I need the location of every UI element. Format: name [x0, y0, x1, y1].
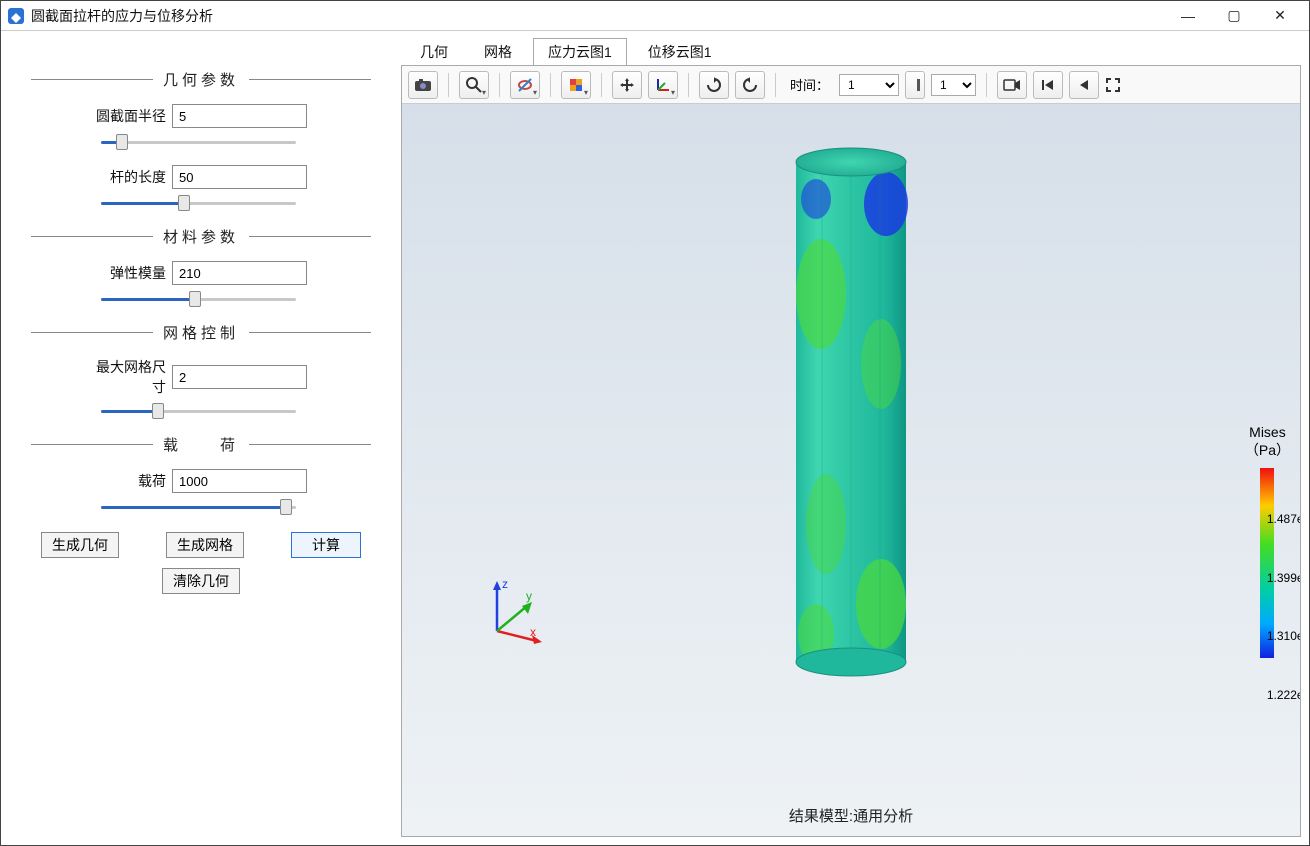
- rotate-ccw-icon[interactable]: [735, 71, 765, 99]
- meshsize-input[interactable]: [172, 365, 307, 389]
- modulus-label: 弹性模量: [86, 263, 166, 283]
- legend-tick: 1.487e+07: [1267, 512, 1300, 526]
- generate-mesh-button[interactable]: 生成网格: [166, 532, 244, 558]
- result-viewport[interactable]: z x y 结果模型:通用分析 Mises （Pa）: [402, 104, 1300, 836]
- video-camera-icon[interactable]: [997, 71, 1027, 99]
- load-label: 载荷: [86, 471, 166, 491]
- tab-mesh[interactable]: 网格: [469, 38, 527, 65]
- axis-triad: z x y: [482, 576, 542, 636]
- generate-geometry-button[interactable]: 生成几何: [41, 532, 119, 558]
- app-icon: [7, 7, 25, 25]
- minimize-button[interactable]: —: [1165, 1, 1211, 31]
- length-slider[interactable]: [101, 201, 296, 205]
- pan-icon[interactable]: [612, 71, 642, 99]
- section-geometry: 几何参数: [31, 69, 371, 90]
- model-caption: 结果模型:通用分析: [789, 805, 913, 826]
- legend-tick: 1.310e+07: [1267, 629, 1300, 643]
- legend-title-2: （Pa）: [1245, 440, 1290, 460]
- length-input[interactable]: [172, 165, 307, 189]
- load-input[interactable]: [172, 469, 307, 493]
- radius-input[interactable]: [172, 104, 307, 128]
- first-frame-icon[interactable]: [1033, 71, 1063, 99]
- section-load: 载 荷: [31, 434, 371, 455]
- svg-text:y: y: [526, 589, 532, 603]
- rotate-cw-icon[interactable]: [699, 71, 729, 99]
- modulus-slider[interactable]: [101, 297, 296, 301]
- prev-frame-icon[interactable]: [1069, 71, 1099, 99]
- meshsize-slider[interactable]: [101, 409, 296, 413]
- tab-geometry[interactable]: 几何: [405, 38, 463, 65]
- close-button[interactable]: ✕: [1257, 1, 1303, 31]
- viewer-toolbar: 时间： 1 1: [402, 66, 1300, 104]
- radius-label: 圆截面半径: [86, 106, 166, 126]
- camera-icon[interactable]: [408, 71, 438, 99]
- expand-icon[interactable]: [1105, 71, 1121, 99]
- window-title: 圆截面拉杆的应力与位移分析: [31, 6, 1165, 26]
- meshsize-label: 最大网格尺寸: [86, 357, 166, 397]
- step-marker-icon[interactable]: [905, 71, 925, 99]
- view-tabs: 几何 网格 应力云图1 位移云图1: [405, 39, 1301, 65]
- modulus-input[interactable]: [172, 261, 307, 285]
- svg-text:x: x: [530, 625, 536, 639]
- time-label: 时间：: [790, 75, 829, 94]
- legend-title-1: Mises: [1245, 424, 1290, 440]
- legend-tick: 1.399e+07: [1267, 571, 1300, 585]
- legend-tick: 1.222e+07: [1267, 688, 1300, 702]
- radius-slider[interactable]: [101, 140, 296, 144]
- cube-view-icon[interactable]: [561, 71, 591, 99]
- section-material: 材料参数: [31, 226, 371, 247]
- section-mesh: 网格控制: [31, 322, 371, 343]
- titlebar: 圆截面拉杆的应力与位移分析 — ▢ ✕: [1, 1, 1309, 31]
- zoom-icon[interactable]: [459, 71, 489, 99]
- time-select-2[interactable]: 1: [931, 74, 976, 96]
- svg-text:z: z: [502, 577, 508, 591]
- clear-geometry-button[interactable]: 清除几何: [162, 568, 240, 594]
- color-legend: Mises （Pa） 1.487e+07 1.399e+07 1.310e+07…: [1245, 424, 1290, 666]
- time-select-1[interactable]: 1: [839, 74, 899, 96]
- select-icon[interactable]: [510, 71, 540, 99]
- compute-button[interactable]: 计算: [291, 532, 361, 558]
- tab-displacement-plot[interactable]: 位移云图1: [633, 38, 727, 65]
- length-label: 杆的长度: [86, 167, 166, 187]
- maximize-button[interactable]: ▢: [1211, 1, 1257, 31]
- parameter-panel: 几何参数 圆截面半径 杆的长度 材料参数 弹性模量 网格控制: [1, 31, 401, 845]
- load-slider[interactable]: [101, 505, 296, 509]
- axis-icon[interactable]: [648, 71, 678, 99]
- tab-stress-plot[interactable]: 应力云图1: [533, 38, 627, 65]
